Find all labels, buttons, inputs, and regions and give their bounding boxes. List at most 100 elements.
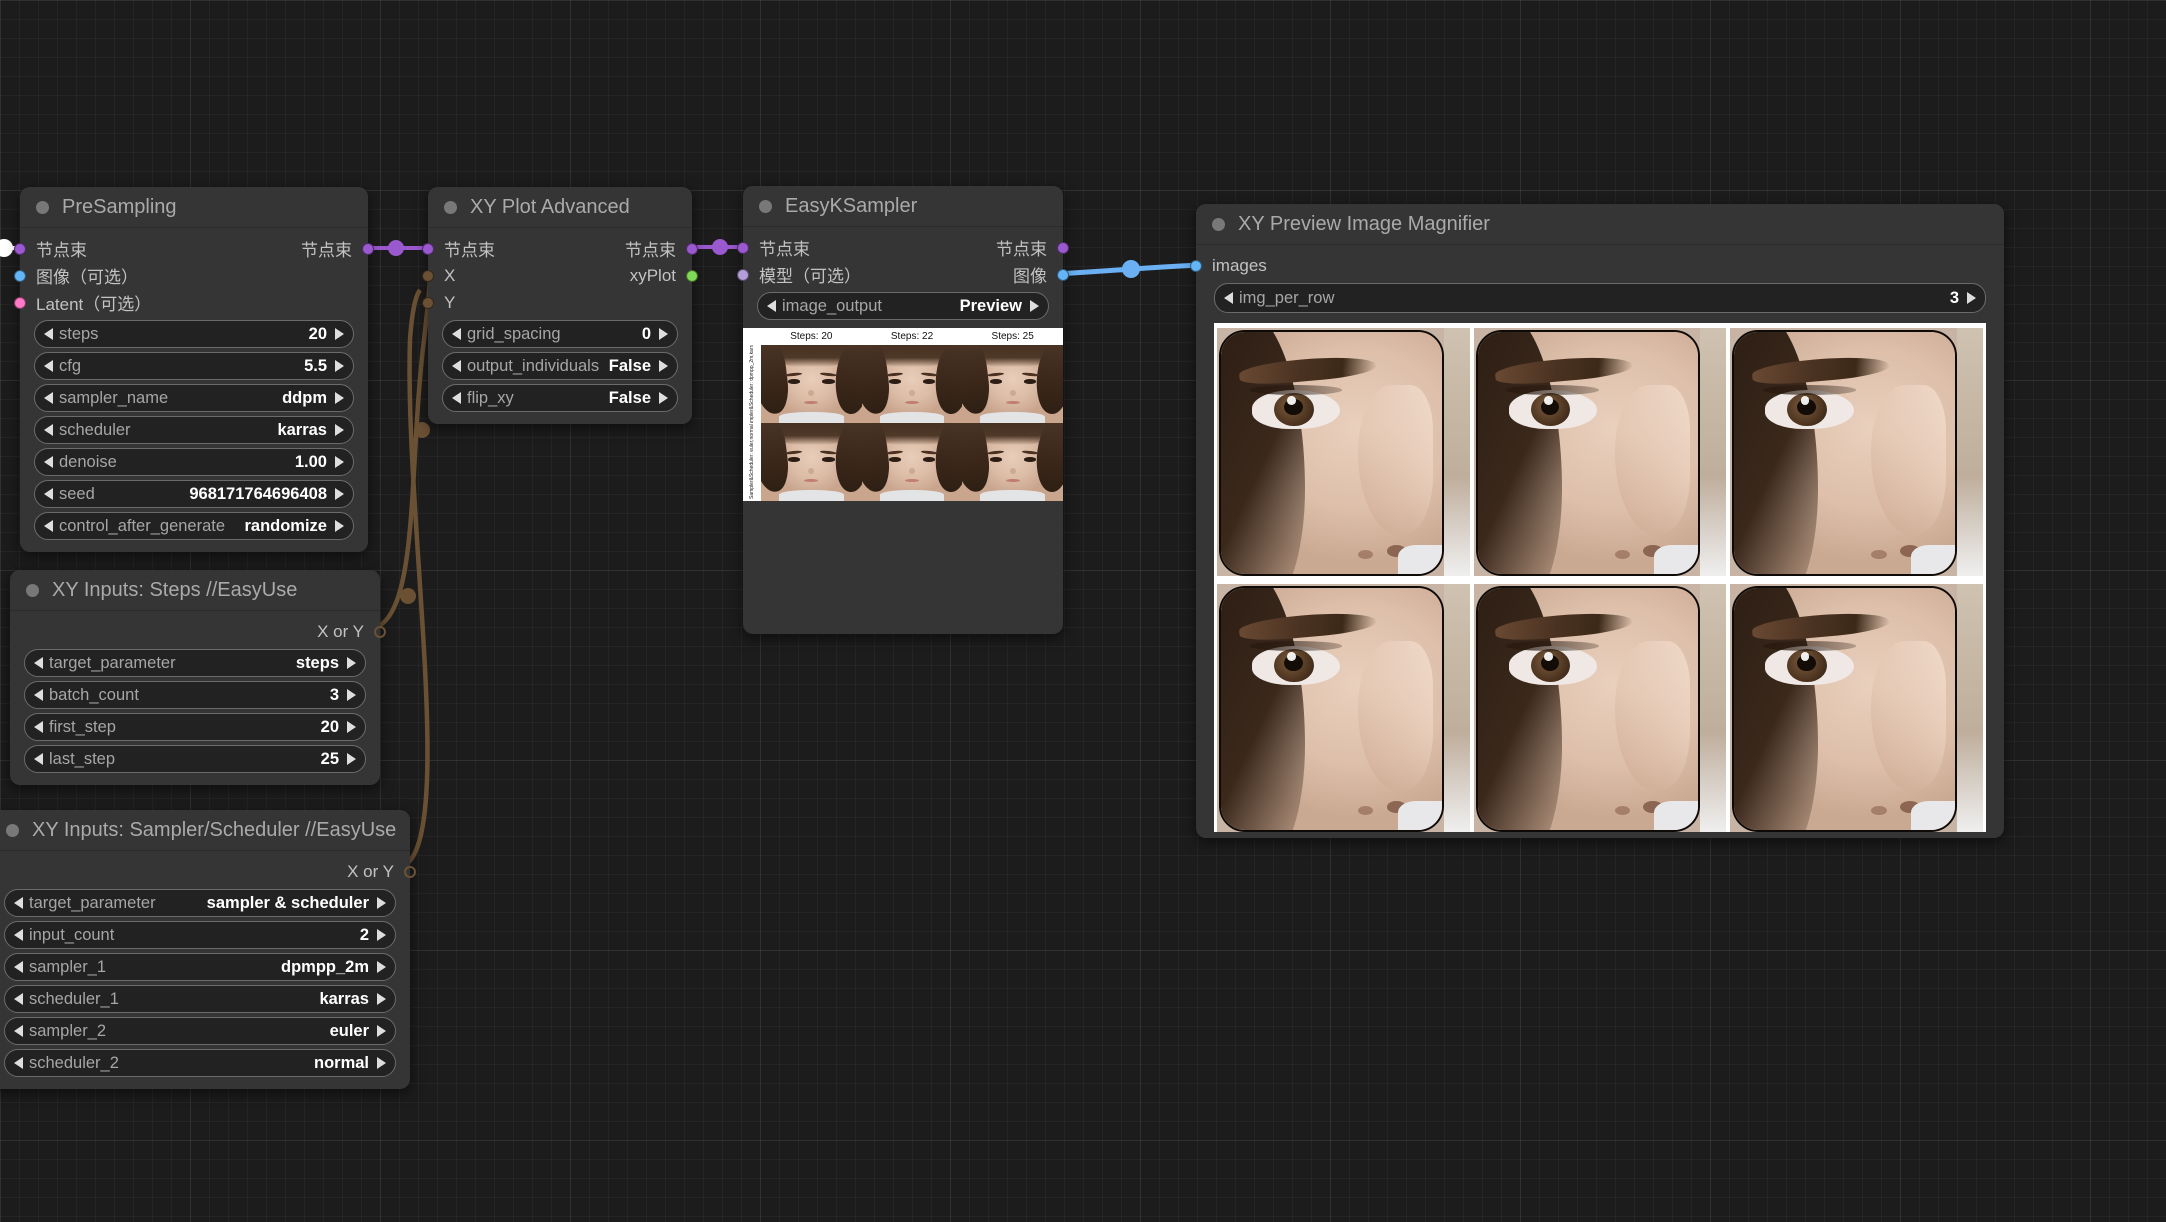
node-title-bar[interactable]: XY Inputs: Steps //EasyUse [10, 570, 380, 611]
widget-steps[interactable]: steps 20 [34, 320, 354, 348]
widget-sampler-name[interactable]: sampler_name ddpm [34, 384, 354, 412]
increment-arrow-icon[interactable] [659, 328, 668, 340]
input-dot-latent[interactable] [14, 297, 26, 309]
node-title-bar[interactable]: EasyKSampler [743, 186, 1063, 227]
output-dot-pipe[interactable] [1057, 242, 1069, 254]
decrement-arrow-icon[interactable] [452, 360, 461, 372]
widget-cfg[interactable]: cfg 5.5 [34, 352, 354, 380]
decrement-arrow-icon[interactable] [14, 1025, 23, 1037]
decrement-arrow-icon[interactable] [44, 360, 53, 372]
widget-img-per-row[interactable]: img_per_row 3 [1214, 283, 1986, 313]
widget-input-count[interactable]: input_count 2 [4, 921, 396, 949]
widget-sampler-1[interactable]: sampler_1 dpmpp_2m [4, 953, 396, 981]
decrement-arrow-icon[interactable] [44, 328, 53, 340]
collapse-dot-icon[interactable] [36, 201, 49, 214]
node-title-bar[interactable]: XY Preview Image Magnifier [1196, 204, 2004, 245]
widget-value[interactable]: 20 [303, 325, 335, 344]
widget-value[interactable]: 3 [1944, 289, 1967, 308]
collapse-dot-icon[interactable] [6, 824, 19, 837]
widget-grid-spacing[interactable]: grid_spacing 0 [442, 320, 678, 348]
decrement-arrow-icon[interactable] [452, 392, 461, 404]
decrement-arrow-icon[interactable] [44, 488, 53, 500]
widget-value[interactable]: 0 [636, 325, 659, 344]
widget-target-parameter[interactable]: target_parameter sampler & scheduler [4, 889, 396, 917]
preview-cell[interactable] [761, 423, 862, 501]
widget-last-step[interactable]: last_step 25 [24, 745, 366, 773]
slot-row-pipe[interactable]: 节点束 节点束 [743, 234, 1063, 261]
increment-arrow-icon[interactable] [347, 657, 356, 669]
input-dot-model[interactable] [737, 269, 749, 281]
node-presampling[interactable]: PreSampling 节点束 节点束 图像（可选） Latent（可选） [20, 187, 368, 552]
decrement-arrow-icon[interactable] [34, 689, 43, 701]
widget-batch-count[interactable]: batch_count 3 [24, 681, 366, 709]
increment-arrow-icon[interactable] [335, 360, 344, 372]
increment-arrow-icon[interactable] [377, 1025, 386, 1037]
widget-value[interactable]: karras [271, 421, 335, 440]
output-dot-image[interactable] [1057, 269, 1069, 281]
widget-value[interactable]: 1.00 [289, 453, 335, 472]
widget-target-parameter[interactable]: target_parameter steps [24, 649, 366, 677]
output-dot-xyplot[interactable] [686, 270, 698, 282]
preview-cell[interactable] [761, 345, 862, 423]
increment-arrow-icon[interactable] [377, 1057, 386, 1069]
magnified-cell[interactable] [1474, 328, 1727, 576]
slot-row-latent[interactable]: Latent（可选） [20, 289, 368, 316]
decrement-arrow-icon[interactable] [44, 520, 53, 532]
input-dot-x[interactable] [422, 270, 434, 282]
widget-scheduler[interactable]: scheduler karras [34, 416, 354, 444]
widget-value[interactable]: 25 [315, 750, 347, 769]
decrement-arrow-icon[interactable] [452, 328, 461, 340]
widget-flip-xy[interactable]: flip_xy False [442, 384, 678, 412]
widget-sampler-2[interactable]: sampler_2 euler [4, 1017, 396, 1045]
widget-value[interactable]: euler [324, 1022, 377, 1041]
decrement-arrow-icon[interactable] [34, 721, 43, 733]
increment-arrow-icon[interactable] [335, 424, 344, 436]
increment-arrow-icon[interactable] [377, 961, 386, 973]
widget-value[interactable]: dpmpp_2m [275, 958, 377, 977]
widget-value[interactable]: 2 [354, 926, 377, 945]
slot-row-images[interactable]: images [1196, 252, 2004, 279]
node-xy-inputs-steps[interactable]: XY Inputs: Steps //EasyUse X or Y target… [10, 570, 380, 785]
slot-row-pipe[interactable]: 节点束 节点束 [428, 235, 692, 262]
decrement-arrow-icon[interactable] [44, 392, 53, 404]
decrement-arrow-icon[interactable] [14, 929, 23, 941]
widget-first-step[interactable]: first_step 20 [24, 713, 366, 741]
decrement-arrow-icon[interactable] [14, 961, 23, 973]
widget-scheduler-2[interactable]: scheduler_2 normal [4, 1049, 396, 1077]
widget-value[interactable]: normal [308, 1054, 377, 1073]
increment-arrow-icon[interactable] [1030, 300, 1039, 312]
decrement-arrow-icon[interactable] [14, 1057, 23, 1069]
widget-value[interactable]: 968171764696408 [183, 485, 335, 504]
preview-cell[interactable] [962, 423, 1063, 501]
decrement-arrow-icon[interactable] [14, 897, 23, 909]
widget-value[interactable]: randomize [238, 517, 335, 536]
decrement-arrow-icon[interactable] [34, 753, 43, 765]
output-dot-pipe[interactable] [686, 243, 698, 255]
increment-arrow-icon[interactable] [335, 488, 344, 500]
input-dot-images[interactable] [1190, 260, 1202, 272]
slot-row-x-or-y[interactable]: X or Y [0, 858, 410, 885]
collapse-dot-icon[interactable] [444, 201, 457, 214]
widget-value[interactable]: steps [290, 654, 347, 673]
node-easyksampler[interactable]: EasyKSampler 节点束 节点束 模型（可选） 图像 [743, 186, 1063, 634]
input-dot-y[interactable] [422, 297, 434, 309]
output-dot-x-or-y[interactable] [374, 626, 386, 638]
node-xy-preview-image-magnifier[interactable]: XY Preview Image Magnifier images img_pe… [1196, 204, 2004, 838]
decrement-arrow-icon[interactable] [14, 993, 23, 1005]
collapse-dot-icon[interactable] [26, 584, 39, 597]
widget-value[interactable]: 20 [315, 718, 347, 737]
node-title-bar[interactable]: XY Plot Advanced [428, 187, 692, 228]
widget-control-after-generate[interactable]: control_after_generate randomize [34, 512, 354, 540]
increment-arrow-icon[interactable] [1967, 292, 1976, 304]
increment-arrow-icon[interactable] [335, 392, 344, 404]
increment-arrow-icon[interactable] [659, 360, 668, 372]
increment-arrow-icon[interactable] [335, 328, 344, 340]
widget-denoise[interactable]: denoise 1.00 [34, 448, 354, 476]
widget-value[interactable]: sampler & scheduler [201, 894, 377, 913]
widget-value[interactable]: 5.5 [298, 357, 335, 376]
magnified-image-panel[interactable] [1214, 323, 1986, 832]
widget-output-individuals[interactable]: output_individuals False [442, 352, 678, 380]
preview-cell[interactable] [962, 345, 1063, 423]
slot-row-pipe[interactable]: 节点束 节点束 [20, 235, 368, 262]
increment-arrow-icon[interactable] [377, 897, 386, 909]
